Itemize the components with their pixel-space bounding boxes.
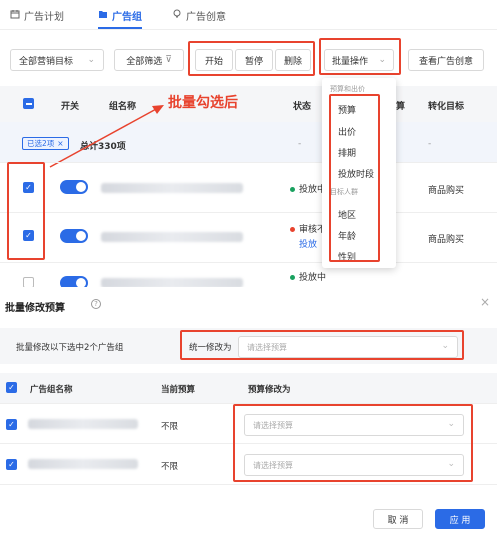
header-status: 状态	[293, 102, 312, 112]
unify-budget-select[interactable]: 请选择预算 ⌄	[238, 336, 458, 358]
row-checkbox[interactable]: ✓	[23, 182, 34, 193]
menu-item-region[interactable]: 地区	[338, 208, 356, 221]
button-label: 查看广告创意	[418, 56, 473, 67]
row-divider	[0, 443, 497, 444]
menu-item-budget[interactable]: 预算	[338, 103, 356, 116]
row-status: 审核不	[290, 222, 326, 235]
dialog-row-checkbox[interactable]: ✓	[6, 419, 17, 430]
select-value: 全部营销目标	[19, 56, 74, 67]
bulk-budget-dialog	[0, 287, 497, 537]
button-label: 全部筛选	[126, 56, 163, 67]
folder-icon	[98, 9, 108, 22]
chevron-down-icon: ⌄	[441, 341, 449, 351]
button-label: 删除	[283, 56, 302, 67]
row-switch[interactable]	[60, 229, 88, 243]
row-divider	[0, 162, 497, 163]
question-circle-icon[interactable]: ?	[91, 299, 101, 309]
row-conversion: 商品购买	[428, 186, 465, 196]
menu-group-label: 预算和出价	[330, 85, 365, 93]
header-conversion: 转化目标	[428, 102, 465, 112]
dialog-header-change: 预算修改为	[248, 385, 291, 395]
tab-ad-group[interactable]: 广告组	[98, 6, 142, 24]
highlight-box	[7, 162, 45, 260]
blurred-name	[28, 419, 138, 429]
tab-label: 广告创意	[186, 11, 226, 23]
view-creative-button[interactable]: 查看广告创意	[408, 49, 484, 71]
current-budget: 不限	[161, 462, 179, 472]
menu-item-schedule[interactable]: 排期	[338, 146, 356, 159]
button-label: 应 用	[449, 515, 471, 526]
annotation-arrow	[49, 105, 164, 168]
calendar-icon	[10, 9, 20, 22]
annotation-text: 批量勾选后	[168, 95, 238, 111]
row-budget-select[interactable]: 请选择预算 ⌄	[244, 454, 464, 476]
dialog-header-name: 广告组名称	[30, 385, 73, 395]
row-status: 投放中	[290, 270, 326, 283]
button-label: 取 消	[387, 515, 409, 526]
row-conversion: 商品购买	[428, 235, 465, 245]
select-all-checkbox[interactable]	[23, 98, 34, 109]
tab-ad-plan[interactable]: 广告计划	[10, 6, 64, 24]
header-budget: 算	[396, 102, 406, 112]
select-placeholder: 请选择预算	[247, 343, 287, 352]
conversion-dash: -	[428, 139, 432, 149]
dialog-title: 批量修改预算	[5, 303, 65, 314]
row-divider	[0, 212, 497, 213]
button-label: 暂停	[244, 56, 263, 67]
apply-button[interactable]: 应 用	[435, 509, 485, 529]
blurred-name	[28, 459, 138, 469]
row-divider	[0, 484, 497, 485]
button-label: 开始	[204, 56, 223, 67]
tab-label: 广告计划	[24, 11, 64, 23]
row-divider	[0, 262, 497, 263]
chevron-down-icon: ⌄	[378, 55, 386, 65]
start-button[interactable]: 开始	[195, 49, 233, 71]
select-placeholder: 请选择预算	[253, 461, 293, 470]
dialog-select-all-checkbox[interactable]: ✓	[6, 382, 17, 393]
tab-divider	[0, 29, 497, 30]
lightbulb-icon	[172, 9, 182, 22]
chevron-down-icon: ⌄	[447, 419, 455, 429]
unify-label: 统一修改为	[189, 343, 232, 353]
status-text: 投放中	[299, 273, 327, 283]
row-status-link[interactable]: 投放	[299, 237, 317, 250]
tab-label: 广告组	[112, 11, 142, 23]
cancel-button[interactable]: 取 消	[373, 509, 423, 529]
select-placeholder: 请选择预算	[253, 421, 293, 430]
marketing-goal-select[interactable]: 全部营销目标 ⌄	[10, 49, 104, 71]
row-divider	[0, 403, 497, 404]
row-status: 投放中	[290, 182, 326, 195]
row-budget-select[interactable]: 请选择预算 ⌄	[244, 414, 464, 436]
status-dash: -	[298, 139, 302, 149]
chevron-down-icon: ⌄	[87, 55, 95, 65]
delete-button[interactable]: 删除	[275, 49, 311, 71]
blurred-name	[101, 232, 243, 242]
filter-button[interactable]: 全部筛选 ⊽	[114, 49, 184, 71]
dialog-info-text: 批量修改以下选中2个广告组	[16, 343, 124, 353]
tab-ad-creative[interactable]: 广告创意	[172, 6, 226, 24]
menu-item-time-slot[interactable]: 投放时段	[338, 167, 374, 180]
row-checkbox[interactable]: ✓	[23, 230, 34, 241]
close-icon[interactable]: ×	[480, 295, 490, 309]
menu-item-bid[interactable]: 出价	[338, 125, 356, 138]
bulk-operations-select[interactable]: 批量操作 ⌄	[324, 49, 394, 71]
menu-item-gender[interactable]: 性别	[338, 250, 356, 263]
pause-button[interactable]: 暂停	[235, 49, 273, 71]
dialog-header-current: 当前预算	[161, 385, 196, 395]
filter-icon: ⊽	[165, 55, 172, 65]
dialog-row-checkbox[interactable]: ✓	[6, 459, 17, 470]
menu-item-age[interactable]: 年龄	[338, 229, 356, 242]
chevron-down-icon: ⌄	[447, 459, 455, 469]
row-switch[interactable]	[60, 180, 88, 194]
blurred-name	[101, 183, 243, 193]
select-value: 批量操作	[332, 56, 369, 67]
current-budget: 不限	[161, 422, 179, 432]
menu-group-label: 目标人群	[330, 188, 358, 196]
